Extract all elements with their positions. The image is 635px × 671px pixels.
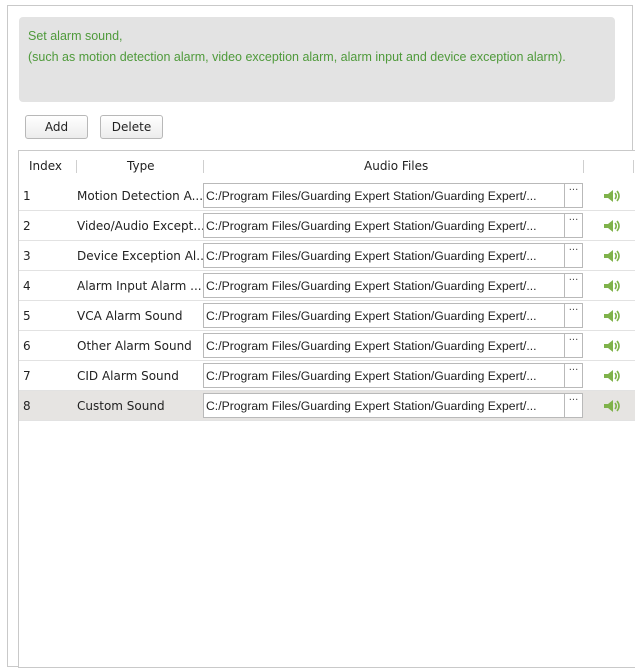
delete-button[interactable]: Delete	[100, 115, 163, 139]
speaker-icon[interactable]	[602, 308, 622, 324]
ellipsis-icon: ···	[568, 215, 579, 226]
audio-file-path-input[interactable]: C:/Program Files/Guarding Expert Station…	[203, 243, 565, 268]
column-separator[interactable]	[583, 160, 584, 173]
ellipsis-icon: ···	[568, 245, 579, 256]
row-index: 4	[23, 278, 31, 293]
row-index: 3	[23, 248, 31, 263]
column-header-index[interactable]: Index	[29, 151, 62, 181]
browse-button[interactable]: ···	[565, 363, 583, 388]
column-header-audio-files[interactable]: Audio Files	[364, 151, 428, 181]
info-description: (such as motion detection alarm, video e…	[28, 50, 566, 64]
row-index: 8	[23, 398, 31, 413]
speaker-icon[interactable]	[602, 398, 622, 414]
ellipsis-icon: ···	[568, 305, 579, 316]
alarm-sound-panel: Set alarm sound, (such as motion detecti…	[7, 5, 635, 668]
browse-button[interactable]: ···	[565, 303, 583, 328]
info-box: Set alarm sound, (such as motion detecti…	[19, 17, 615, 102]
ellipsis-icon: ···	[568, 185, 579, 196]
column-header-type[interactable]: Type	[127, 151, 155, 181]
row-type: VCA Alarm Sound	[77, 308, 183, 323]
row-type: Video/Audio Except...	[77, 218, 205, 233]
audio-file-path-input[interactable]: C:/Program Files/Guarding Expert Station…	[203, 333, 565, 358]
row-index: 2	[23, 218, 31, 233]
browse-button[interactable]: ···	[565, 333, 583, 358]
speaker-icon[interactable]	[602, 188, 622, 204]
table-row[interactable]: 3 Device Exception Al... C:/Program Files/…	[19, 241, 635, 271]
browse-button[interactable]: ···	[565, 273, 583, 298]
row-type: Device Exception Al...	[77, 248, 205, 263]
speaker-icon[interactable]	[602, 338, 622, 354]
row-type: CID Alarm Sound	[77, 368, 179, 383]
audio-file-path-input[interactable]: C:/Program Files/Guarding Expert Station…	[203, 303, 565, 328]
speaker-icon[interactable]	[602, 368, 622, 384]
table-row[interactable]: 4 Alarm Input Alarm ... C:/Program Files/G…	[19, 271, 635, 301]
ellipsis-icon: ···	[568, 395, 579, 406]
table-header: Index Type Audio Files	[19, 151, 635, 182]
row-type: Custom Sound	[77, 398, 165, 413]
browse-button[interactable]: ···	[565, 213, 583, 238]
info-title: Set alarm sound,	[28, 29, 123, 43]
table-row[interactable]: 2 Video/Audio Except... C:/Program Files/G…	[19, 211, 635, 241]
alarm-sound-table: Index Type Audio Files 1 Motion Detection…	[18, 150, 635, 668]
speaker-icon[interactable]	[602, 218, 622, 234]
ellipsis-icon: ···	[568, 275, 579, 286]
audio-file-path-input[interactable]: C:/Program Files/Guarding Expert Station…	[203, 183, 565, 208]
row-type: Other Alarm Sound	[77, 338, 192, 353]
row-index: 7	[23, 368, 31, 383]
table-row[interactable]: 6 Other Alarm Sound C:/Program Files/Guard…	[19, 331, 635, 361]
row-type: Motion Detection A...	[77, 188, 204, 203]
column-separator[interactable]	[203, 160, 204, 173]
add-button[interactable]: Add	[25, 115, 88, 139]
browse-button[interactable]: ···	[565, 393, 583, 418]
row-index: 5	[23, 308, 31, 323]
table-row[interactable]: 7 CID Alarm Sound C:/Program Files/Guardin…	[19, 361, 635, 391]
browse-button[interactable]: ···	[565, 183, 583, 208]
browse-button[interactable]: ···	[565, 243, 583, 268]
speaker-icon[interactable]	[602, 278, 622, 294]
audio-file-path-input[interactable]: C:/Program Files/Guarding Expert Station…	[203, 393, 565, 418]
table-row[interactable]: 1 Motion Detection A... C:/Program Files/G…	[19, 181, 635, 211]
audio-file-path-input[interactable]: C:/Program Files/Guarding Expert Station…	[203, 213, 565, 238]
column-separator[interactable]	[76, 160, 77, 173]
row-index: 1	[23, 188, 31, 203]
table-row[interactable]: 5 VCA Alarm Sound C:/Program Files/Guardin…	[19, 301, 635, 331]
ellipsis-icon: ···	[568, 335, 579, 346]
column-separator[interactable]	[633, 160, 634, 173]
table-row[interactable]: 8 Custom Sound C:/Program Files/Guarding E…	[19, 391, 635, 421]
row-index: 6	[23, 338, 31, 353]
row-type: Alarm Input Alarm ...	[77, 278, 202, 293]
audio-file-path-input[interactable]: C:/Program Files/Guarding Expert Station…	[203, 273, 565, 298]
audio-file-path-input[interactable]: C:/Program Files/Guarding Expert Station…	[203, 363, 565, 388]
speaker-icon[interactable]	[602, 248, 622, 264]
ellipsis-icon: ···	[568, 365, 579, 376]
